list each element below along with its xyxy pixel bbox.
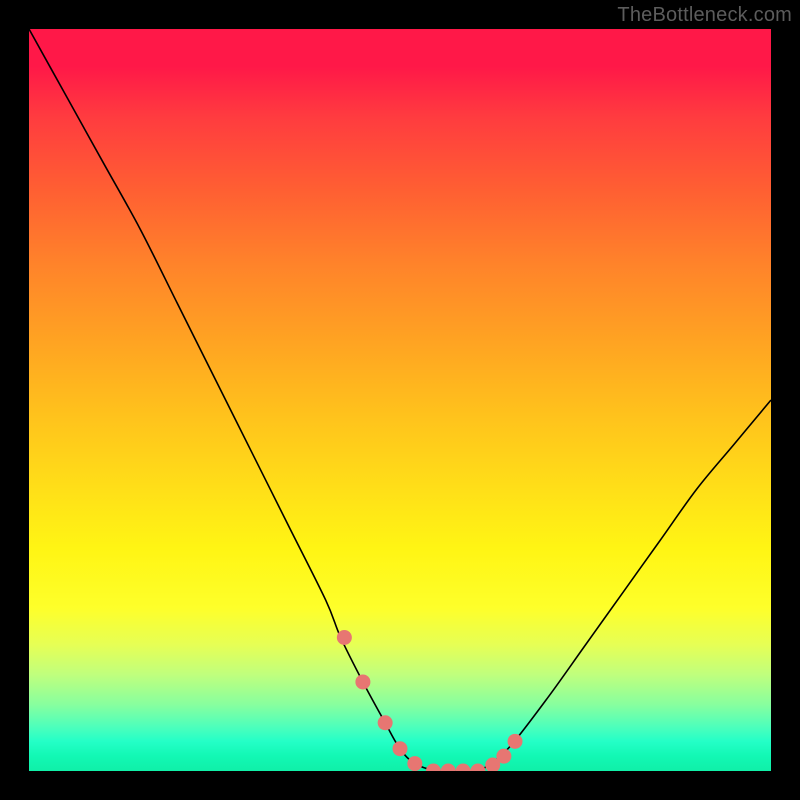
marker-dot [456,764,471,772]
marker-dot [496,749,511,764]
marker-dot [470,764,485,772]
bottleneck-curve-svg [29,29,771,771]
attribution-label: TheBottleneck.com [617,4,792,27]
marker-dot [407,756,422,771]
marker-dot [508,734,523,749]
marker-dot [355,674,370,689]
chart-plot-area [29,29,771,771]
marker-dot [426,764,441,772]
marker-dot [337,630,352,645]
chart-frame: TheBottleneck.com [0,0,800,800]
marker-dot [441,764,456,772]
optimal-zone-markers [337,630,523,771]
bottleneck-curve [29,29,771,771]
marker-dot [378,715,393,730]
marker-dot [393,741,408,756]
